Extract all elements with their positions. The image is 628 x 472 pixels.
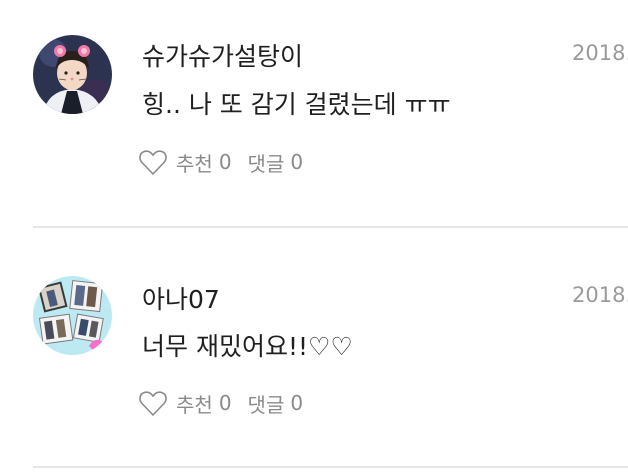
like-button[interactable]: 추천 0 (138, 389, 232, 418)
avatar[interactable] (33, 35, 112, 114)
like-count: 0 (218, 150, 232, 174)
reply-count: 0 (290, 150, 304, 174)
reply-label: 댓글 (247, 151, 285, 176)
heart-outline-icon (139, 391, 167, 416)
comment-actions: 추천 0 댓글 0 (138, 386, 303, 420)
like-button[interactable]: 추천 0 (138, 148, 232, 177)
reply-button[interactable]: 댓글 0 (248, 148, 304, 177)
comment-date: 2018. (572, 283, 628, 307)
comment-text: 힝.. 나 또 감기 걸렸는데 ㅠㅠ (142, 90, 451, 119)
avatar[interactable] (33, 276, 112, 355)
like-label: 추천 (176, 151, 213, 176)
comment-author[interactable]: 슈가슈가설탕이 (142, 37, 303, 73)
like-label: 추천 (176, 392, 213, 417)
reply-count: 0 (290, 391, 304, 415)
comment-text: 너무 재밌어요!!♡♡ (142, 332, 353, 361)
comment-author[interactable]: 아나07 (142, 280, 220, 316)
comment-feed: 슈가슈가설탕이 2018. 힝.. 나 또 감기 걸렸는데 ㅠㅠ 추천 0 댓글… (0, 0, 628, 472)
comment-item: 슈가슈가설탕이 2018. 힝.. 나 또 감기 걸렸는데 ㅠㅠ 추천 0 댓글… (0, 0, 628, 228)
comment-date: 2018. (572, 41, 628, 65)
reply-label: 댓글 (247, 392, 285, 417)
like-count: 0 (218, 391, 232, 415)
reply-button[interactable]: 댓글 0 (248, 389, 304, 418)
comment-actions: 추천 0 댓글 0 (138, 145, 303, 179)
comment-item: 아나07 2018. 너무 재밌어요!!♡♡ 추천 0 댓글 0 (0, 228, 628, 468)
comment-divider (33, 466, 628, 468)
heart-outline-icon (139, 150, 167, 175)
